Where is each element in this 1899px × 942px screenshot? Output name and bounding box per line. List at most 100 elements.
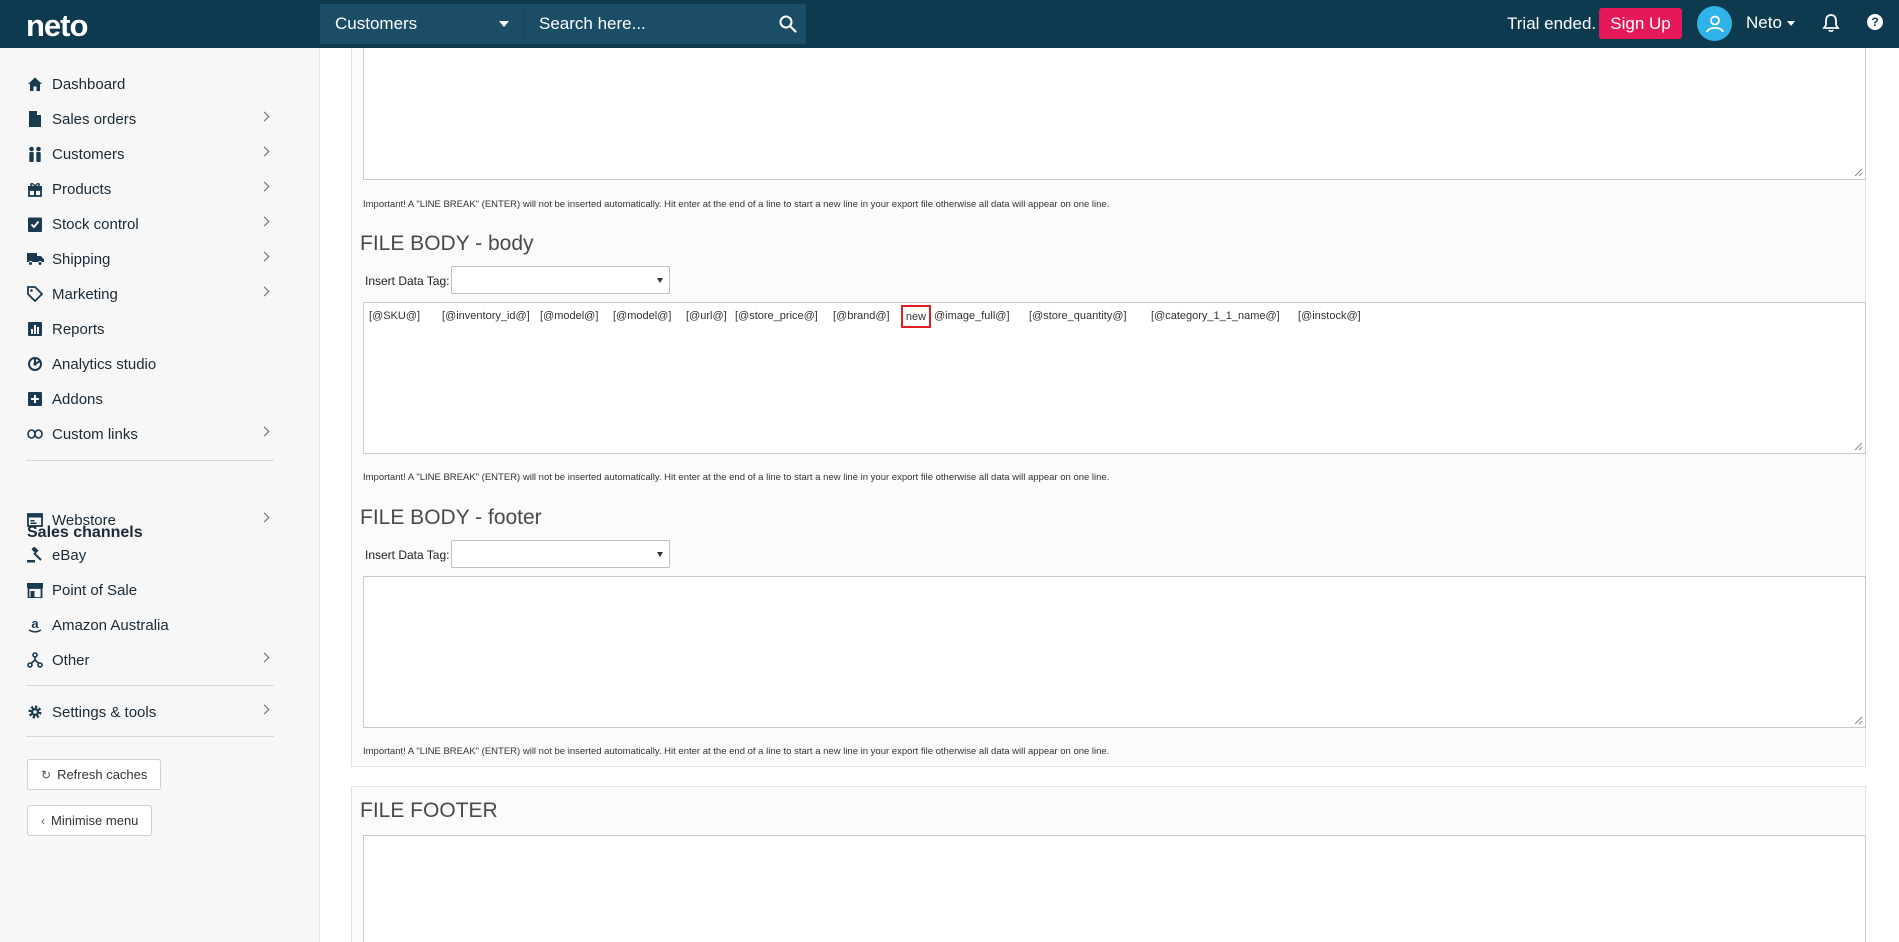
sidebar-item-shipping[interactable]: Shipping (26, 247, 274, 271)
chevron-right-icon (259, 216, 270, 227)
sidebar-item-label: Reports (52, 320, 105, 338)
sidebar-item-stock-control[interactable]: Stock control (26, 212, 274, 236)
chevron-right-icon (259, 251, 270, 262)
svg-text:a: a (31, 617, 39, 631)
clipboard-check-icon (26, 215, 44, 233)
chevron-down-icon (657, 552, 663, 557)
sidebar-item-marketing[interactable]: Marketing (26, 282, 274, 306)
sidebar-item-label: Addons (52, 390, 103, 408)
gift-icon (26, 180, 44, 198)
people-icon (26, 145, 44, 163)
network-icon (26, 651, 44, 669)
sidebar-item-settings-tools[interactable]: Settings & tools (26, 700, 274, 724)
plus-square-icon (26, 390, 44, 408)
user-icon (1705, 15, 1724, 32)
chevron-down-icon (499, 21, 509, 27)
sidebar-item-label: Marketing (52, 285, 118, 303)
sidebar-item-ebay[interactable]: eBay (26, 543, 274, 567)
sidebar: Dashboard Sales orders Customers Product… (0, 48, 320, 942)
gear-icon (26, 703, 44, 721)
link-icon (26, 425, 44, 443)
chevron-right-icon (259, 111, 270, 122)
sidebar-item-label: Stock control (52, 215, 139, 233)
data-tag-token: [@model@] (613, 310, 672, 322)
resize-handle-icon[interactable] (1854, 716, 1863, 725)
sidebar-item-label: Sales orders (52, 110, 137, 128)
line-break-note: Important! A "LINE BREAK" (ENTER) will n… (363, 199, 1110, 210)
sidebar-item-reports[interactable]: Reports (26, 317, 274, 341)
chevron-right-icon (259, 286, 270, 297)
sidebar-item-label: Settings & tools (52, 703, 157, 721)
data-tag-token: [@store_price@] (735, 310, 818, 322)
data-tag-token: [@model@] (540, 310, 599, 322)
truck-icon (26, 250, 44, 268)
resize-handle-icon[interactable] (1854, 442, 1863, 451)
chevron-left-icon: ‹ (41, 813, 45, 828)
file-body-footer-heading: FILE BODY - footer (360, 506, 542, 529)
file-body-footer-textarea[interactable] (363, 576, 1866, 728)
insert-data-tag-select[interactable] (451, 266, 670, 294)
sidebar-item-label: eBay (52, 546, 87, 564)
browser-icon (26, 511, 44, 529)
bar-chart-icon (26, 320, 44, 338)
sidebar-item-label: Custom links (52, 425, 138, 443)
sidebar-item-point-of-sale[interactable]: Point of Sale (26, 578, 274, 602)
search-icon[interactable] (770, 4, 806, 44)
line-break-note: Important! A "LINE BREAK" (ENTER) will n… (363, 472, 1110, 483)
sidebar-item-products[interactable]: Products (26, 177, 274, 201)
sidebar-item-addons[interactable]: Addons (26, 387, 274, 411)
sidebar-item-analytics-studio[interactable]: Analytics studio (26, 352, 274, 376)
user-menu[interactable]: Neto (1746, 13, 1795, 33)
search-input[interactable] (524, 4, 770, 44)
sidebar-item-label: Products (52, 180, 112, 198)
user-name: Neto (1746, 13, 1782, 32)
sidebar-item-customers[interactable]: Customers (26, 142, 274, 166)
bell-icon[interactable] (1822, 13, 1840, 38)
sidebar-item-label: Other (52, 651, 90, 669)
help-icon[interactable]: ? (1866, 13, 1884, 36)
home-icon (26, 75, 44, 93)
sidebar-item-label: Amazon Australia (52, 616, 169, 634)
search-scope-select[interactable]: Customers (320, 4, 524, 44)
sign-up-button[interactable]: Sign Up (1599, 8, 1682, 39)
minimise-menu-label: Minimise menu (51, 813, 139, 828)
sidebar-item-custom-links[interactable]: Custom links (26, 422, 274, 446)
line-break-note: Important! A "LINE BREAK" (ENTER) will n… (363, 746, 1110, 757)
data-tag-token: @image_full@] (934, 310, 1010, 322)
data-tag-token: [@inventory_id@] (442, 310, 530, 322)
amazon-icon: a (26, 616, 44, 634)
minimise-menu-button[interactable]: ‹ Minimise menu (27, 805, 153, 836)
refresh-caches-label: Refresh caches (57, 767, 148, 782)
sidebar-divider (26, 736, 274, 737)
data-tag-token: [@category_1_1_name@] (1151, 310, 1280, 322)
sidebar-item-label: Webstore (52, 511, 116, 529)
chevron-down-icon (657, 278, 663, 283)
avatar[interactable] (1697, 6, 1732, 41)
sidebar-item-other[interactable]: Other (26, 648, 274, 672)
neto-logo[interactable]: neto (26, 8, 88, 44)
chevron-right-icon (259, 652, 270, 663)
sidebar-item-amazon-australia[interactable]: a Amazon Australia (26, 613, 274, 637)
search-scope-label: Customers (335, 14, 418, 33)
svg-text:?: ? (1871, 15, 1878, 29)
chevron-right-icon (259, 146, 270, 157)
analytics-icon (26, 355, 44, 373)
sidebar-divider (26, 460, 274, 461)
sidebar-item-label: Analytics studio (52, 355, 157, 373)
top-bar: neto Customers Trial ended. Sign Up Neto… (0, 0, 1899, 48)
insert-data-tag-select[interactable] (451, 540, 670, 568)
data-tag-token: [@instock@] (1298, 310, 1361, 322)
file-header-textarea[interactable] (363, 48, 1866, 180)
sidebar-item-label: Customers (52, 145, 125, 163)
file-body-textarea[interactable] (363, 302, 1866, 454)
data-tag-token: [@url@] (686, 310, 727, 322)
tag-icon (26, 285, 44, 303)
resize-handle-icon[interactable] (1854, 168, 1863, 177)
highlighted-token: new (901, 305, 931, 328)
file-footer-textarea[interactable] (363, 835, 1866, 942)
sidebar-item-sales-orders[interactable]: Sales orders (26, 107, 274, 131)
sidebar-item-webstore[interactable]: Webstore (26, 508, 274, 532)
refresh-caches-button[interactable]: ↻ Refresh caches (27, 759, 162, 790)
main-content: Important! A "LINE BREAK" (ENTER) will n… (320, 48, 1899, 942)
sidebar-item-dashboard[interactable]: Dashboard (26, 72, 274, 96)
